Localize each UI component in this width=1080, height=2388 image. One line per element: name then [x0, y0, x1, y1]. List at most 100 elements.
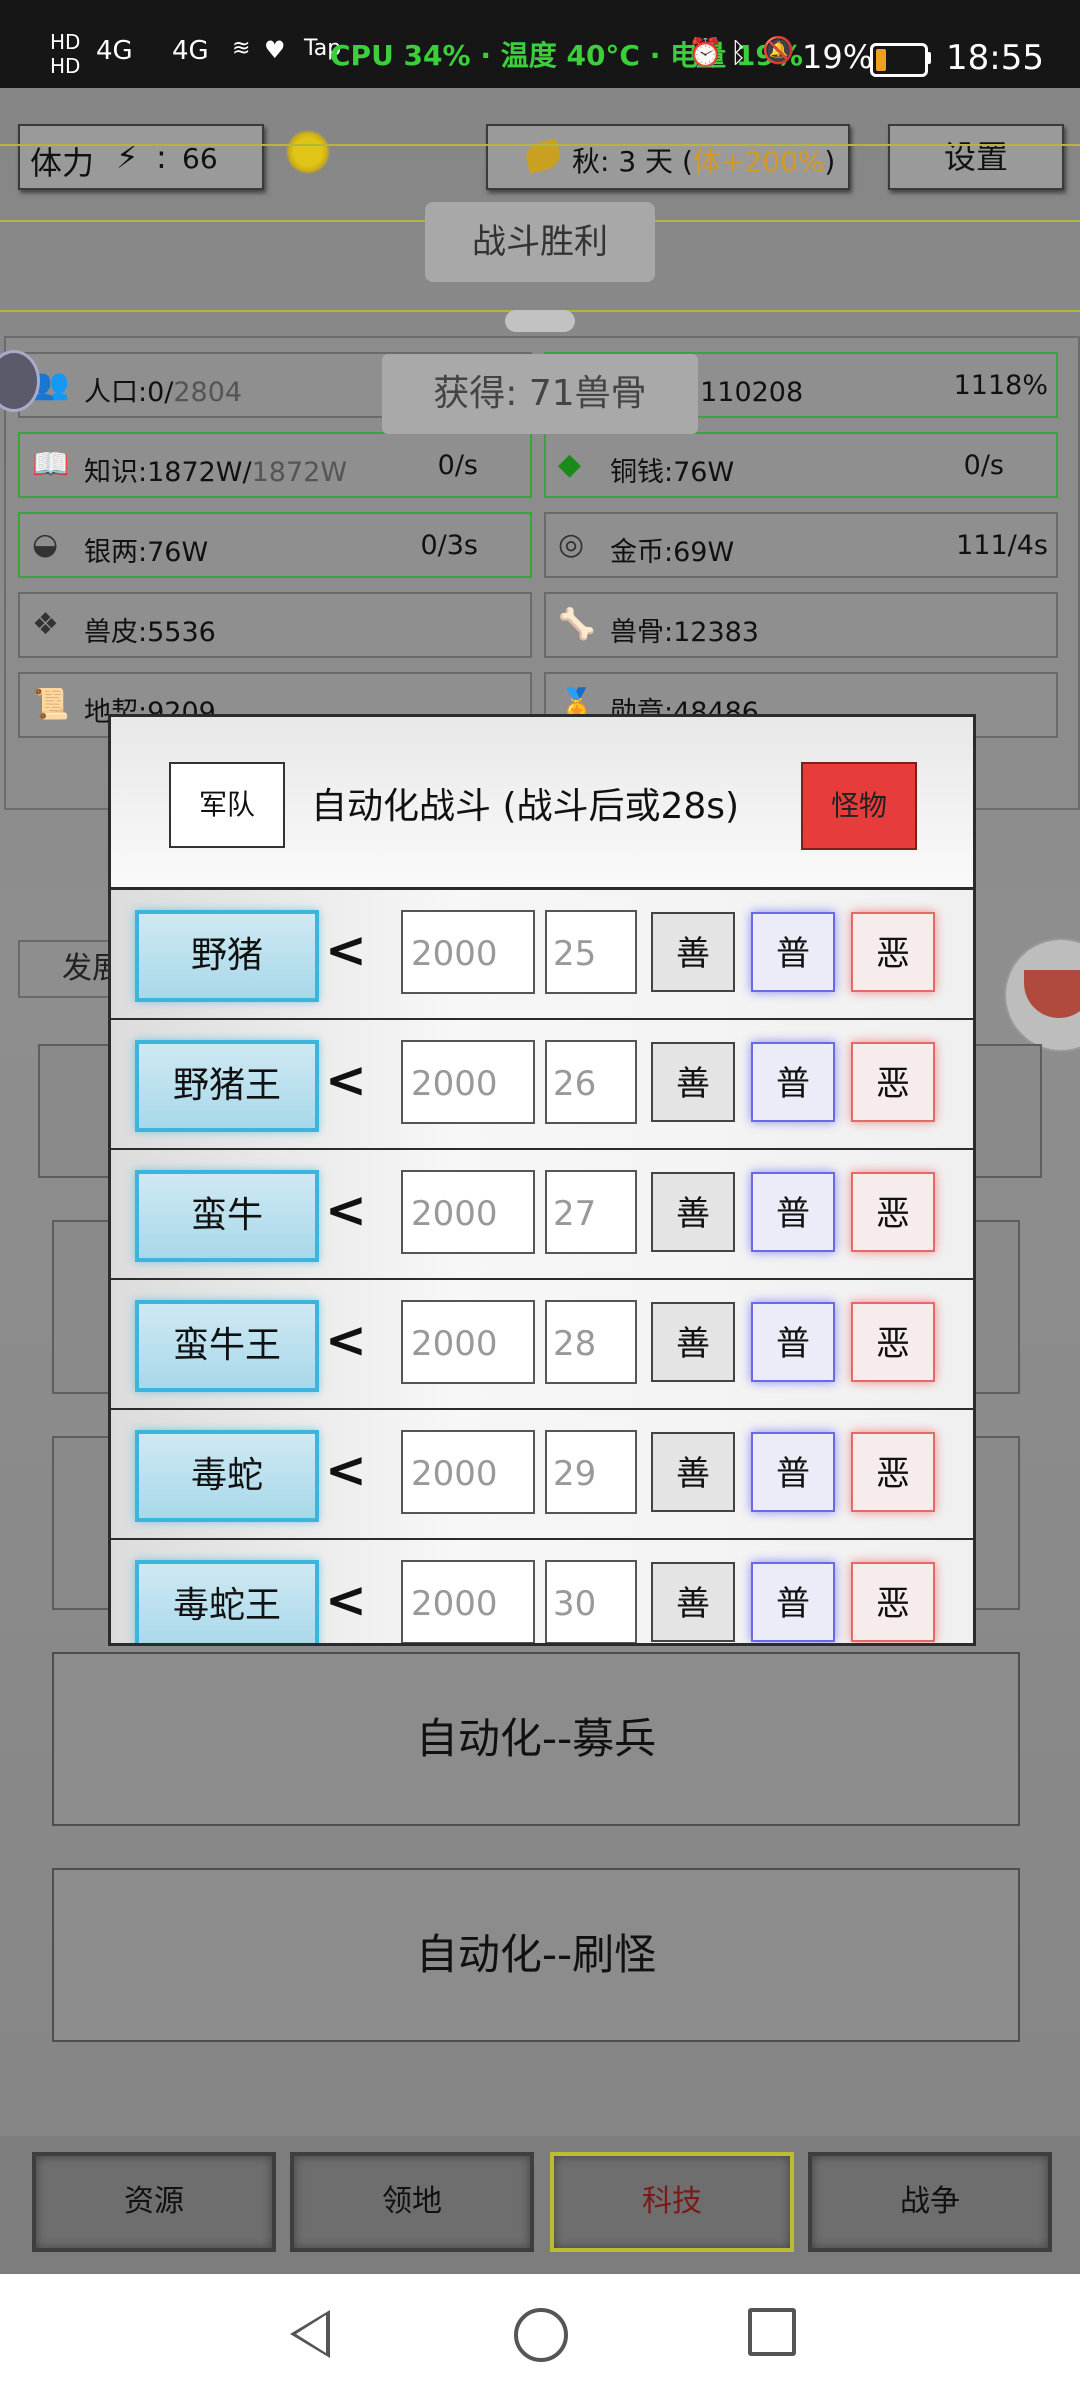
evil-button[interactable]: 恶	[851, 912, 935, 992]
normal-button[interactable]: 普	[751, 1302, 835, 1382]
season-bonus: 体+200%	[692, 145, 825, 178]
normal-button[interactable]: 普	[751, 1172, 835, 1252]
normal-button[interactable]: 普	[751, 1562, 835, 1642]
less-than-operator[interactable]: <	[325, 1570, 367, 1630]
level-input[interactable]: 28	[545, 1300, 637, 1384]
monster-row: 毒蛇 < 2000 29 善 普 恶	[111, 1410, 973, 1541]
auto-recruit-button[interactable]: 自动化--募兵	[52, 1652, 1020, 1826]
battle-victory-banner: 战斗胜利	[425, 202, 655, 282]
nav-territory[interactable]: 领地	[290, 2152, 534, 2252]
stat-gold: ◎ 金币:69W 111/4s	[544, 512, 1058, 578]
stat-name: 知识:1872W/	[84, 457, 252, 488]
threshold-input[interactable]: 2000	[401, 1170, 535, 1254]
heart-icon: ♥	[264, 36, 286, 64]
good-button[interactable]: 善	[651, 1562, 735, 1642]
evil-button[interactable]: 恶	[851, 1432, 935, 1512]
good-button[interactable]: 善	[651, 1172, 735, 1252]
nav-resources[interactable]: 资源	[32, 2152, 276, 2252]
threshold-input[interactable]: 2000	[401, 1430, 535, 1514]
normal-button[interactable]: 普	[751, 1432, 835, 1512]
monster-name-button[interactable]: 野猪王	[135, 1040, 319, 1132]
stat-silver: ◒ 银两:76W 0/3s	[18, 512, 532, 578]
season-label: 秋: 3 天 (	[572, 145, 693, 178]
less-than-operator[interactable]: <	[325, 920, 367, 980]
stat-max: 1872W	[251, 457, 348, 488]
threshold-input[interactable]: 2000	[401, 1300, 535, 1384]
reward-toast: 获得: 71兽骨	[382, 354, 698, 434]
alarm-icon: ⏰	[688, 36, 723, 69]
level-input[interactable]: 29	[545, 1430, 637, 1514]
stat-name: 金币:69W	[610, 537, 735, 568]
season-box: 秋: 3 天 (体+200%)	[486, 124, 850, 190]
good-button[interactable]: 善	[651, 1432, 735, 1512]
monster-name-button[interactable]: 毒蛇王	[135, 1560, 319, 1643]
signal-2-label: 4G	[172, 36, 209, 66]
home-icon[interactable]	[514, 2308, 568, 2362]
stat-label: 人口:0/2804	[84, 370, 242, 409]
monster-name-button[interactable]: 野猪	[135, 910, 319, 1002]
less-than-operator[interactable]: <	[325, 1180, 367, 1240]
copper-coin-icon: ◆	[558, 447, 582, 482]
stat-name: 兽骨:12383	[610, 617, 759, 648]
stat-knowledge: 📖 知识:1872W/1872W 0/s	[18, 432, 532, 498]
drag-handle[interactable]	[505, 310, 575, 332]
normal-button[interactable]: 普	[751, 1042, 835, 1122]
signal-1-label: 4G	[96, 36, 133, 66]
stamina-value: 66	[182, 142, 218, 175]
recent-apps-icon[interactable]	[748, 2308, 796, 2356]
dialog-title: 自动化战斗 (战斗后或28s)	[311, 786, 740, 827]
level-input[interactable]: 26	[545, 1040, 637, 1124]
threshold-input[interactable]: 2000	[401, 1560, 535, 1643]
stat-name: 兽皮:5536	[84, 617, 216, 648]
bluetooth-icon: ᛒ	[730, 36, 747, 69]
back-icon-inner	[296, 2315, 326, 2353]
settings-button[interactable]: 设置	[888, 124, 1064, 190]
monster-name-button[interactable]: 蛮牛	[135, 1170, 319, 1262]
stat-name: 人口:0/	[84, 377, 174, 408]
monster-button[interactable]: 怪物	[801, 762, 917, 850]
evil-button[interactable]: 恶	[851, 1042, 935, 1122]
system-nav-bar	[0, 2274, 1080, 2388]
good-button[interactable]: 善	[651, 1302, 735, 1382]
good-button[interactable]: 善	[651, 912, 735, 992]
divider-line	[0, 144, 1080, 146]
stat-name: 铜钱:76W	[610, 457, 735, 488]
evil-button[interactable]: 恶	[851, 1562, 935, 1642]
bone-icon: 🦴	[558, 607, 596, 642]
hide-icon: ❖	[32, 607, 59, 642]
monster-name-button[interactable]: 毒蛇	[135, 1430, 319, 1522]
watermelon-icon	[1024, 970, 1080, 1018]
gold-coin-icon: ◎	[558, 527, 585, 562]
level-input[interactable]: 27	[545, 1170, 637, 1254]
stat-rate: 0/s	[963, 450, 1004, 481]
clock: 18:55	[946, 38, 1044, 78]
stat-rate: 111/4s	[956, 530, 1048, 561]
monster-row: 野猪 < 2000 25 善 普 恶	[111, 890, 973, 1021]
normal-button[interactable]: 普	[751, 912, 835, 992]
nav-technology[interactable]: 科技	[550, 2152, 794, 2252]
stat-bone: 🦴 兽骨:12383	[544, 592, 1058, 658]
less-than-operator[interactable]: <	[325, 1310, 367, 1370]
threshold-input[interactable]: 2000	[401, 1040, 535, 1124]
status-bar: HD HD 4G 4G ≋ ♥ Tap CPU 34% · 温度 40°C · …	[0, 0, 1080, 88]
less-than-operator[interactable]: <	[325, 1050, 367, 1110]
level-input[interactable]: 25	[545, 910, 637, 994]
season-text: 秋: 3 天 (体+200%)	[572, 140, 835, 180]
evil-button[interactable]: 恶	[851, 1302, 935, 1382]
stat-max: 2804	[173, 377, 243, 408]
evil-button[interactable]: 恶	[851, 1172, 935, 1252]
good-button[interactable]: 善	[651, 1042, 735, 1122]
monster-name-button[interactable]: 蛮牛王	[135, 1300, 319, 1392]
army-button[interactable]: 军队	[169, 762, 285, 848]
mute-bell-icon: 🔕	[762, 36, 795, 66]
auto-farm-button[interactable]: 自动化--刷怪	[52, 1868, 1020, 2042]
silver-ingot-icon: ◒	[32, 527, 59, 562]
monster-row: 野猪王 < 2000 26 善 普 恶	[111, 1020, 973, 1151]
less-than-operator[interactable]: <	[325, 1440, 367, 1500]
floating-action-button[interactable]	[1004, 938, 1080, 1052]
battery-icon	[870, 43, 928, 77]
level-input[interactable]: 30	[545, 1560, 637, 1643]
threshold-input[interactable]: 2000	[401, 910, 535, 994]
stat-hide: ❖ 兽皮:5536	[18, 592, 532, 658]
nav-war[interactable]: 战争	[808, 2152, 1052, 2252]
